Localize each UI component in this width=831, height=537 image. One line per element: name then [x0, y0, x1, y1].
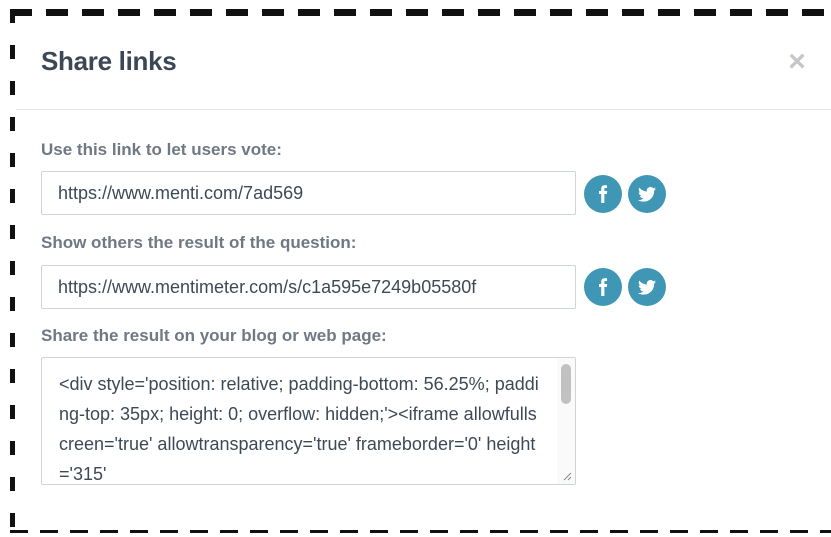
vote-twitter-share-button[interactable]	[628, 175, 666, 213]
share-links-dialog: Share links × Use this link to let users…	[16, 16, 831, 530]
close-button[interactable]: ×	[785, 47, 809, 77]
frame-border-top	[10, 9, 831, 16]
vote-link-label: Use this link to let users vote:	[41, 140, 282, 159]
facebook-icon	[599, 185, 608, 203]
resize-grip-icon[interactable]	[562, 471, 572, 481]
dialog-title: Share links	[41, 46, 177, 76]
result-twitter-share-button[interactable]	[628, 268, 666, 306]
embed-code-text: <div style='position: relative; padding-…	[59, 374, 539, 484]
frame-border-bottom	[10, 530, 831, 533]
result-link-input[interactable]: https://www.mentimeter.com/s/c1a595e7249…	[41, 265, 576, 309]
facebook-icon	[599, 278, 608, 296]
dialog-header: Share links ×	[16, 16, 831, 110]
textarea-scrollbar[interactable]	[557, 358, 575, 484]
result-link-label: Show others the result of the question:	[41, 233, 357, 252]
vote-facebook-share-button[interactable]	[584, 175, 622, 213]
close-icon: ×	[788, 45, 806, 78]
twitter-icon	[638, 279, 656, 295]
result-facebook-share-button[interactable]	[584, 268, 622, 306]
embed-code-label: Share the result on your blog or web pag…	[41, 326, 387, 345]
vote-link-input[interactable]: https://www.menti.com/7ad569	[41, 171, 576, 215]
embed-code-textarea[interactable]: <div style='position: relative; padding-…	[41, 357, 576, 485]
scrollbar-thumb[interactable]	[561, 364, 571, 404]
twitter-icon	[638, 186, 656, 202]
frame-border-left	[10, 9, 15, 537]
